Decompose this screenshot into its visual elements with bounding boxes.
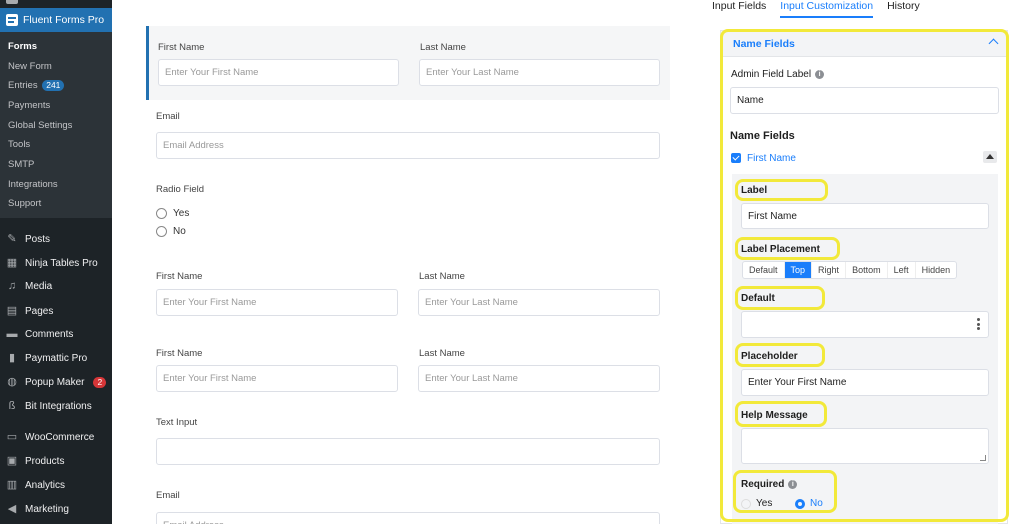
entries-count-badge: 241: [42, 80, 65, 91]
sidebar-item-popup-maker[interactable]: ◍ Popup Maker 2: [6, 376, 107, 388]
fluent-forms-submenu: Forms New Form Entries 241 Payments Glob…: [0, 32, 112, 218]
first-name-label: First Name: [156, 348, 203, 359]
submenu-integrations[interactable]: Integrations: [8, 179, 58, 190]
highlight-help-message: [735, 401, 827, 427]
last-name-label: Last Name: [420, 42, 466, 53]
sidebar-item-fluent-forms[interactable]: Fluent Forms Pro: [0, 8, 112, 32]
email-label: Email: [156, 490, 180, 501]
popup-maker-badge: 2: [93, 376, 107, 388]
pages-label: Pages: [25, 305, 54, 317]
highlight-default: [735, 286, 825, 310]
first-name-input[interactable]: Enter Your First Name: [156, 289, 398, 316]
radio-field-label: Radio Field: [156, 184, 205, 195]
tab-input-fields[interactable]: Input Fields: [712, 0, 766, 18]
sidebar-item-paymattic[interactable]: ▮ Paymattic Pro: [6, 352, 87, 364]
sidebar-item-analytics[interactable]: ▥ Analytics: [6, 479, 65, 491]
analytics-label: Analytics: [25, 479, 66, 491]
bit-integrations-label: Bit Integrations: [25, 400, 92, 412]
comments-icon: ▬: [6, 328, 18, 340]
sidebar-item-ninja-tables[interactable]: ▦ Ninja Tables Pro: [6, 257, 98, 269]
analytics-icon: ▥: [6, 479, 18, 491]
comments-label: Comments: [25, 328, 74, 340]
email-label: Email: [156, 111, 180, 122]
text-input-label: Text Input: [156, 417, 198, 428]
marketing-label: Marketing: [25, 503, 69, 515]
email-input[interactable]: Email Address: [156, 512, 660, 524]
first-name-input[interactable]: Enter Your First Name: [156, 365, 398, 392]
fluent-forms-icon: [6, 14, 18, 26]
highlight-label-placement: [735, 237, 840, 260]
editor-tabs: Input Fields Input Customization History: [712, 0, 920, 18]
submenu-new-form[interactable]: New Form: [8, 61, 52, 72]
submenu-smtp[interactable]: SMTP: [8, 159, 34, 170]
submenu-tools[interactable]: Tools: [8, 139, 30, 150]
woocommerce-label: WooCommerce: [25, 431, 95, 443]
bit-integrations-icon: ß: [8, 400, 16, 412]
submenu-support[interactable]: Support: [8, 198, 41, 209]
highlight-panel: [720, 29, 1009, 522]
submenu-entries[interactable]: Entries 241: [8, 80, 65, 91]
pin-icon: ✎: [7, 233, 17, 245]
last-name-label: Last Name: [419, 348, 465, 359]
sidebar-item-posts[interactable]: ✎ Posts: [6, 233, 50, 245]
first-name-label: First Name: [156, 271, 203, 282]
highlight-label: [735, 179, 828, 201]
radio-no-label: No: [173, 226, 186, 237]
sidebar-item-bit-integrations[interactable]: ß Bit Integrations: [6, 400, 92, 412]
last-name-input[interactable]: Enter Your Last Name: [419, 59, 660, 86]
pages-icon: ▤: [6, 305, 18, 317]
last-name-input[interactable]: Enter Your Last Name: [418, 289, 660, 316]
highlight-placeholder: [735, 343, 825, 367]
radio-no[interactable]: No: [156, 226, 186, 237]
paymattic-label: Paymattic Pro: [25, 352, 88, 364]
tab-history[interactable]: History: [887, 0, 920, 18]
submenu-payments[interactable]: Payments: [8, 100, 50, 111]
dashboard-icon: [6, 0, 18, 4]
admin-sidebar: Fluent Forms Pro Forms New Form Entries …: [0, 0, 112, 524]
sidebar-item-marketing[interactable]: ◀ Marketing: [6, 503, 69, 515]
woocommerce-icon: ▭: [6, 431, 18, 443]
sidebar-item-products[interactable]: ▣ Products: [6, 455, 65, 467]
first-name-input[interactable]: Enter Your First Name: [158, 59, 399, 86]
entries-label: Entries: [8, 80, 38, 91]
submenu-global-settings[interactable]: Global Settings: [8, 120, 72, 131]
email-input[interactable]: Email Address: [156, 132, 660, 159]
radio-circle-icon: [156, 208, 167, 219]
submenu-forms[interactable]: Forms: [8, 41, 37, 52]
radio-yes[interactable]: Yes: [156, 208, 189, 219]
last-name-label: Last Name: [419, 271, 465, 282]
table-icon: ▦: [6, 257, 18, 269]
first-name-label: First Name: [158, 42, 205, 53]
sidebar-item-woocommerce[interactable]: ▭ WooCommerce: [6, 431, 94, 443]
products-icon: ▣: [6, 455, 18, 467]
posts-label: Posts: [25, 233, 51, 245]
radio-yes-label: Yes: [173, 208, 190, 219]
radio-circle-icon: [156, 226, 167, 237]
tab-input-customization[interactable]: Input Customization: [780, 0, 874, 18]
products-label: Products: [25, 455, 65, 467]
sidebar-item-media[interactable]: ♫ Media: [6, 280, 52, 292]
brand-label: Fluent Forms Pro: [23, 14, 105, 26]
highlight-required: [733, 470, 837, 513]
text-input[interactable]: [156, 438, 660, 465]
last-name-input[interactable]: Enter Your Last Name: [418, 365, 660, 392]
sidebar-item-pages[interactable]: ▤ Pages: [6, 305, 54, 317]
media-label: Media: [25, 280, 53, 292]
media-icon: ♫: [7, 280, 17, 292]
popup-maker-label: Popup Maker: [25, 376, 85, 388]
megaphone-icon: ◀: [7, 503, 17, 515]
sidebar-item-comments[interactable]: ▬ Comments: [6, 328, 74, 340]
paymattic-icon: ▮: [8, 352, 16, 364]
ninja-tables-label: Ninja Tables Pro: [25, 257, 98, 269]
popup-maker-icon: ◍: [7, 376, 17, 388]
